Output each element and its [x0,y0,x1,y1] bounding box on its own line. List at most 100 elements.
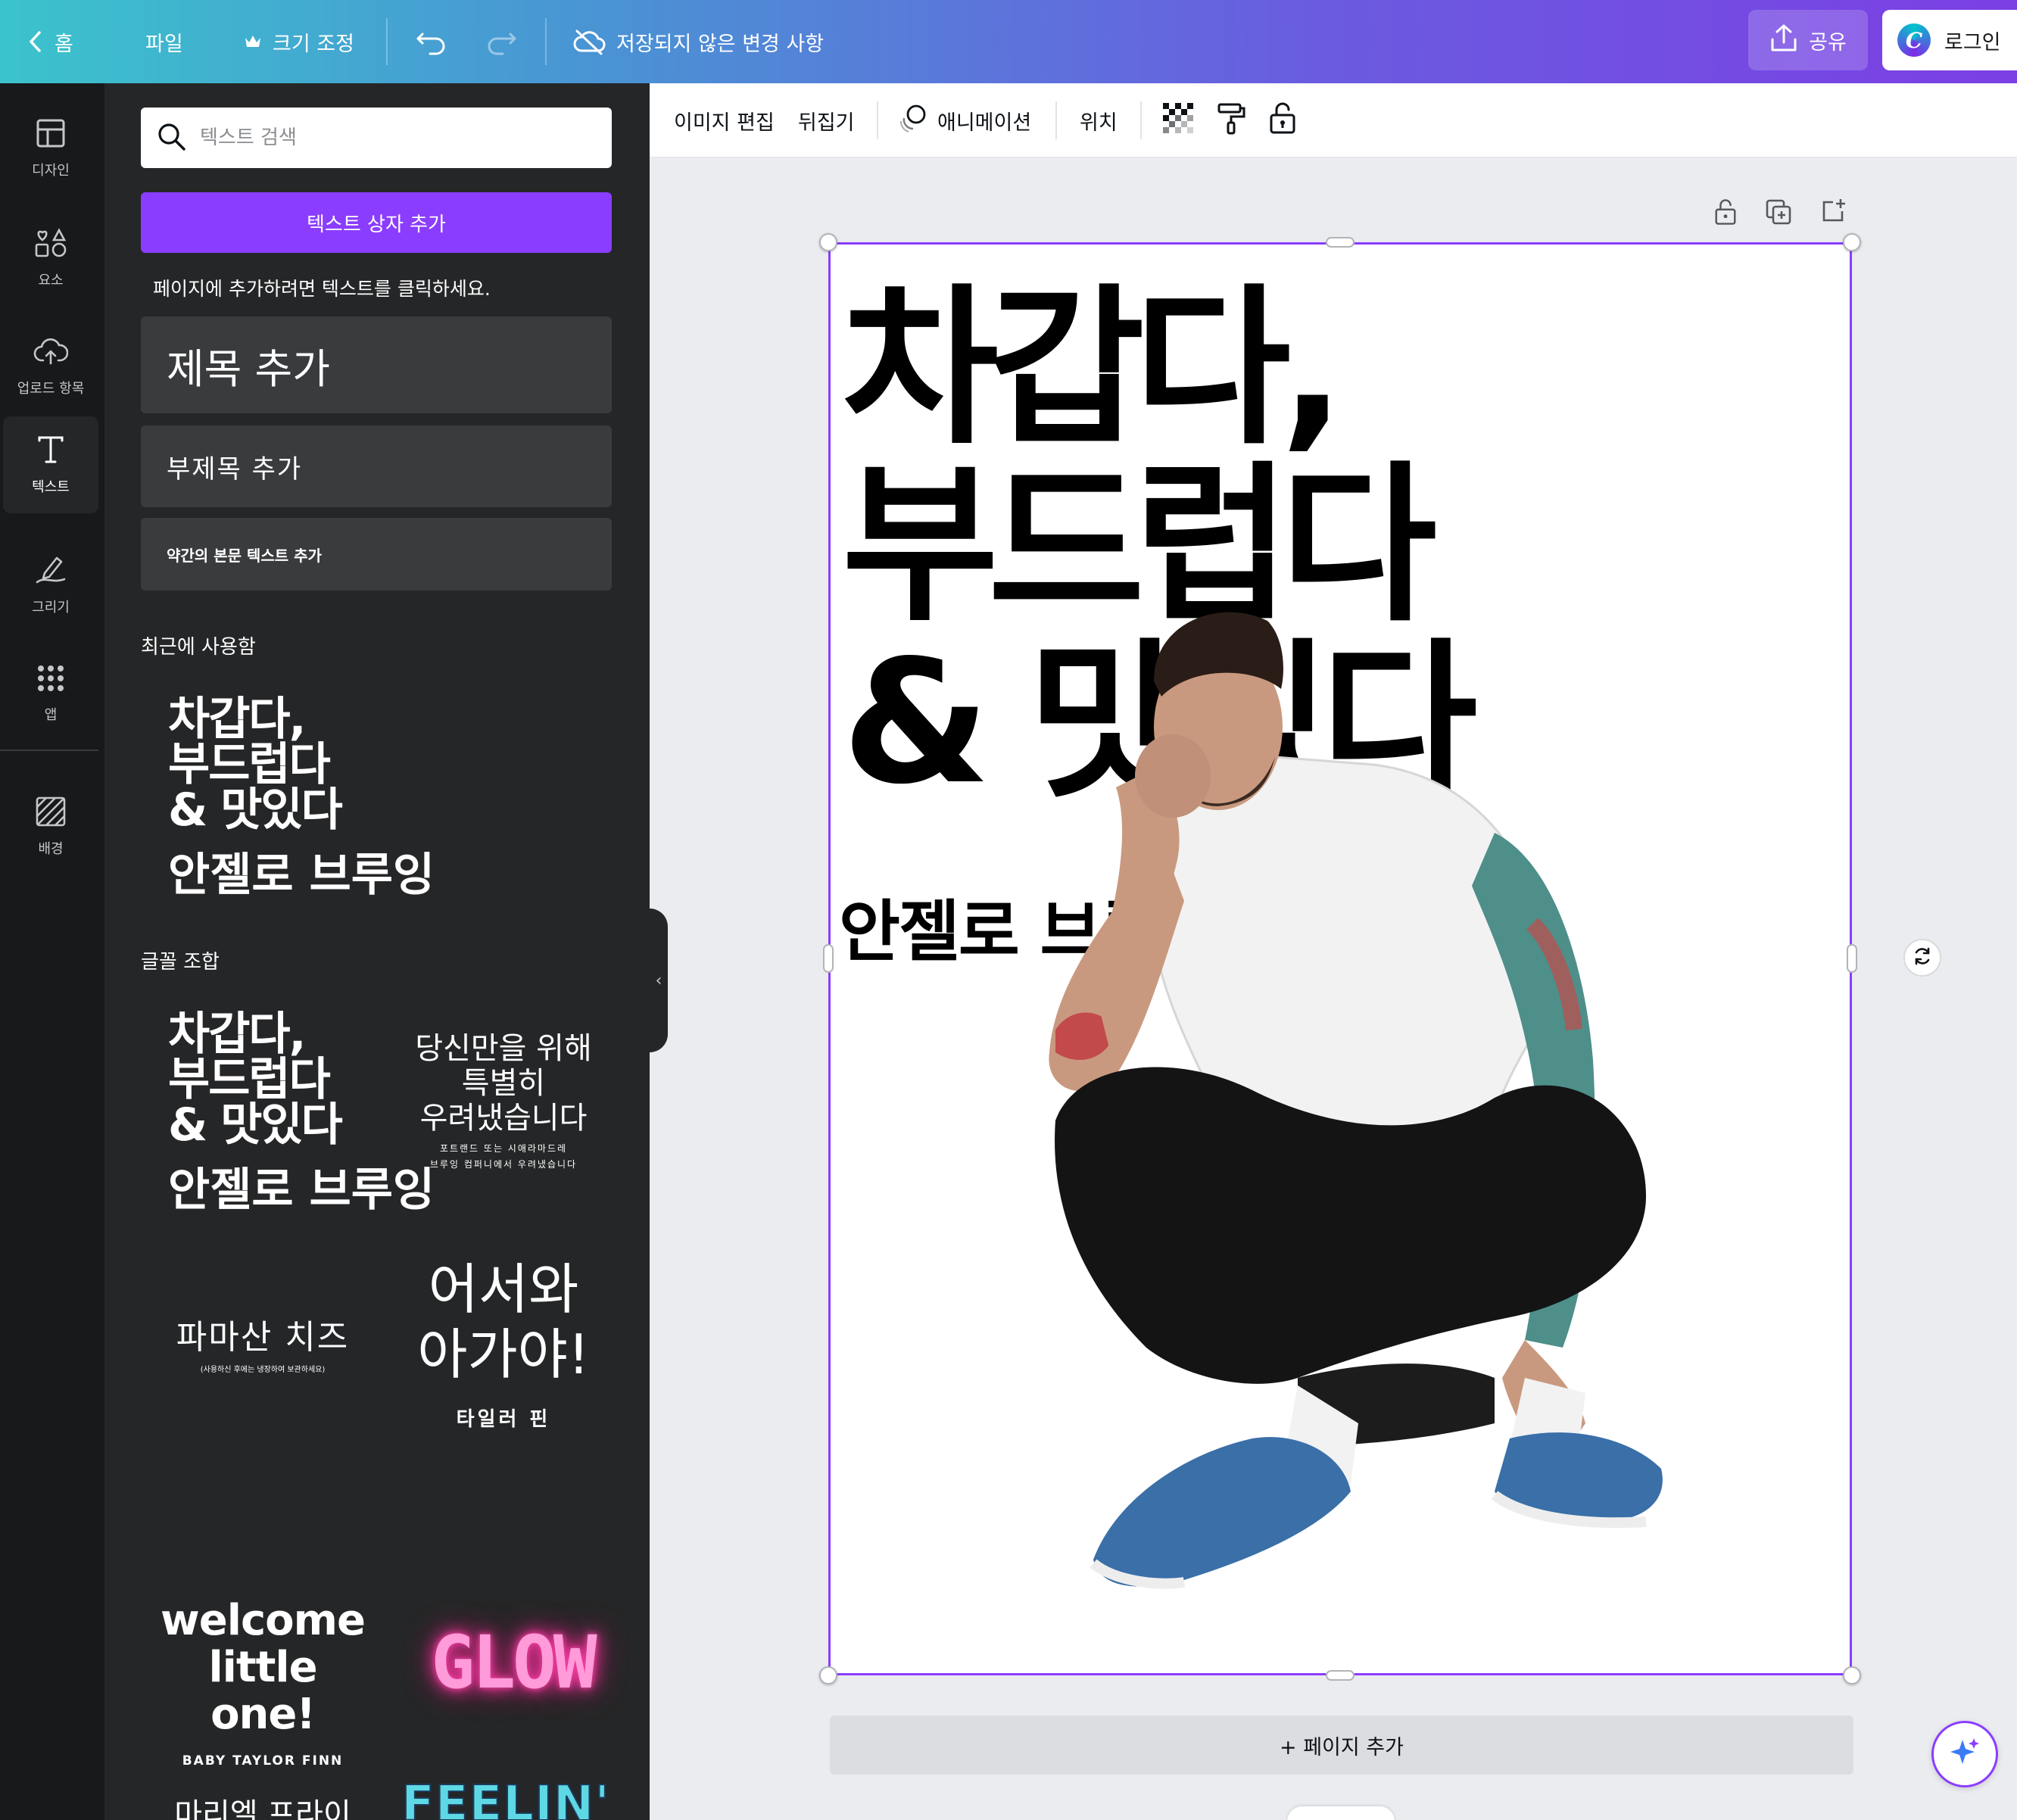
combo-line: 차갑다, [168,693,306,746]
add-page-button[interactable]: + 페이지 추가 [830,1716,1853,1775]
share-button[interactable]: 공유 [1748,10,1868,70]
context-toolbar: 이미지 편집 뒤집기 애니메이션 위치 [650,83,2017,157]
rotate-icon [1912,946,1933,970]
combo-small: (사용하신 후에는 냉장하여 보관하세요) [200,1366,326,1374]
share-label: 공유 [1809,30,1847,55]
add-body-text-button[interactable]: 약간의 본문 텍스트 추가 [141,518,612,591]
font-combo-item[interactable]: GLOW [426,1620,600,1705]
resize-button[interactable]: 크기 조정 [244,0,354,83]
home-button[interactable]: 홈 [27,0,73,83]
font-combo-item[interactable]: 파마산 치즈 (사용하신 후에는 냉장하여 보관하세요) [161,1310,365,1374]
add-page-above-button[interactable] [1820,198,1847,226]
login-button[interactable]: C 로그인 [1882,10,2017,70]
resize-label: 크기 조정 [273,32,354,56]
lock-button[interactable] [1269,83,1296,157]
font-combo-item[interactable]: 어서와 아가야! 타일러 핀 [401,1257,606,1432]
animate-button[interactable]: 애니메이션 [898,83,1031,157]
rail-item-background[interactable]: 배경 [3,778,98,875]
combo-small: 포트랜드 또는 시애라마드레 [439,1143,568,1154]
layout-icon [36,118,66,152]
transparency-button[interactable] [1163,83,1193,157]
canva-logo-icon: C [1897,23,1931,57]
redo-button[interactable] [485,0,518,83]
combo-sub: BABY TAYLOR FINN [182,1753,344,1769]
add-textbox-button[interactable]: 텍스트 상자 추가 [141,192,612,253]
sparkle-icon [1947,1735,1982,1773]
search-input[interactable] [200,126,594,149]
undo-icon [415,28,448,55]
file-label: 파일 [145,32,183,56]
person-photo[interactable] [828,242,1852,1675]
resize-handle[interactable] [823,944,834,973]
upload-cloud-icon [33,336,69,370]
combo-line: 당신만을 위해 [415,1031,592,1066]
resize-handle[interactable] [1326,1670,1355,1681]
combo-title: 마리엘 프라이스 [174,1797,351,1820]
add-subheading-button[interactable]: 부제목 추가 [141,425,612,507]
collapse-panel-button[interactable]: ‹ [650,908,668,1052]
animate-icon [898,103,928,139]
resize-handle[interactable] [819,1666,837,1684]
rotate-button[interactable] [1903,939,1941,977]
lock-page-button[interactable] [1712,198,1739,229]
edit-image-label: 이미지 편집 [674,111,775,135]
top-bar: 홈 파일 크기 조정 저장되지 않은 변경 사항 공유 C 로그인 [0,0,2017,83]
divider [545,18,547,65]
cloud-off-icon [572,28,606,55]
resize-handle[interactable] [1843,1666,1861,1684]
recent-section-label: 최근에 사용함 [141,636,256,659]
left-rail: 디자인 요소 업로드 항목 텍스트 그리기 앱 배경 [0,83,104,1820]
magic-assistant-button[interactable] [1931,1721,1998,1787]
search-box[interactable] [141,108,612,168]
rail-item-apps[interactable]: 앱 [3,645,98,742]
resize-handle[interactable] [1843,233,1861,251]
transparency-icon [1163,102,1193,139]
combo-line: & 맛있다 [168,1099,343,1152]
combo-title: 파마산 치즈 [176,1318,350,1357]
resize-handle[interactable] [1326,237,1355,248]
divider [386,18,388,65]
recent-font-item[interactable]: 차갑다, 부드럽다 & 맛있다 안젤로 브루잉 [168,697,435,898]
edit-image-button[interactable]: 이미지 편집 [674,83,775,157]
login-label: 로그인 [1944,30,2001,55]
position-button[interactable]: 위치 [1080,83,1118,157]
rail-item-draw[interactable]: 그리기 [3,536,98,633]
combo-title: FEELIN' [401,1775,610,1820]
body-label: 약간의 본문 텍스트 추가 [167,546,322,565]
combo-line: 우려냈습니다 [419,1101,588,1136]
rail-item-text[interactable]: 텍스트 [3,416,98,513]
combo-line: & 맛있다 [168,784,343,837]
copy-style-button[interactable] [1216,83,1246,157]
add-page-icon [1821,198,1847,226]
font-combo-item[interactable]: welcome little one! BABY TAYLOR FINN [161,1596,366,1769]
flip-button[interactable]: 뒤집기 [798,83,855,157]
rail-label: 디자인 [32,162,70,179]
font-combo-item[interactable]: 당신만을 위해 특별히 우려냈습니다 포트랜드 또는 시애라마드레 브루잉 컴퍼… [401,1031,606,1170]
crown-icon [244,33,262,50]
rail-item-elements[interactable]: 요소 [3,209,98,306]
text-icon [37,435,64,469]
combo-line: welcome [161,1596,366,1645]
font-combo-item[interactable]: 차갑다, 부드럽다 & 맛있다 안젤로 브루잉 [168,1011,435,1213]
resize-handle[interactable] [1847,944,1857,973]
lock-open-icon [1714,198,1737,229]
undo-button[interactable] [415,0,448,83]
combo-sub: 안젤로 브루잉 [168,849,435,902]
combo-sub: 안젤로 브루잉 [168,1164,435,1217]
draw-icon [34,553,67,589]
rail-item-design[interactable]: 디자인 [3,100,98,197]
add-heading-button[interactable]: 제목 추가 [141,316,612,413]
design-page[interactable]: 차갑다, 부드럽다 & 맛있다 안젤로 브루잉 [828,242,1852,1675]
file-menu[interactable]: 파일 [145,0,183,83]
combo-small: 브루잉 컴퍼니에서 우려냈습니다 [429,1159,578,1170]
font-combo-item[interactable]: 마리엘 프라이스 [161,1790,365,1820]
divider [1055,101,1057,139]
resize-handle[interactable] [819,233,837,251]
paint-roller-icon [1216,101,1246,140]
duplicate-page-button[interactable] [1765,199,1792,227]
page-navigator-toggle[interactable] [1287,1806,1395,1820]
rail-item-uploads[interactable]: 업로드 항목 [3,318,98,415]
font-combo-item[interactable]: FEELIN' [401,1775,610,1820]
flip-label: 뒤집기 [798,111,855,135]
save-status[interactable]: 저장되지 않은 변경 사항 [572,0,824,83]
